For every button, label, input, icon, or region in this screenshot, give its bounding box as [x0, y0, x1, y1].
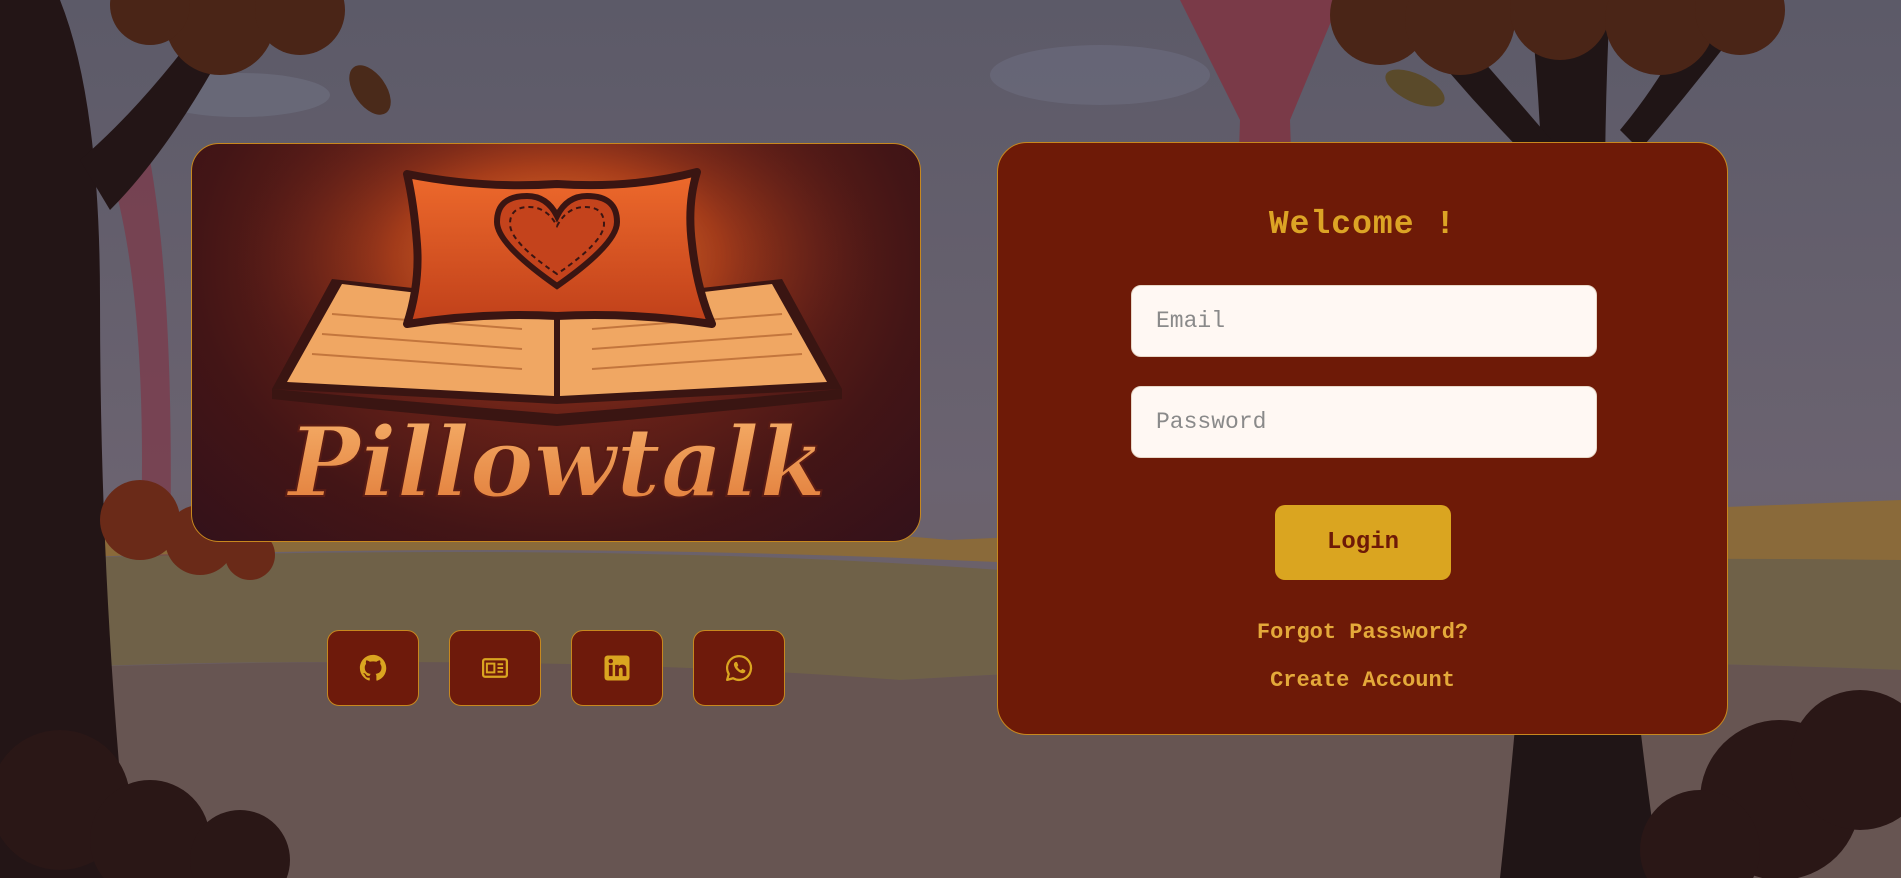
- login-card: Welcome ! Login Forgot Password? Create …: [997, 142, 1728, 735]
- password-field[interactable]: [1131, 386, 1597, 458]
- welcome-heading: Welcome !: [1268, 206, 1457, 243]
- whatsapp-button[interactable]: [693, 630, 785, 706]
- linkedin-button[interactable]: [571, 630, 663, 706]
- svg-text:Pillowtalk: Pillowtalk: [285, 406, 826, 519]
- github-icon: [359, 654, 387, 681]
- portfolio-icon: [482, 658, 508, 678]
- brand-logo-card: Pillowtalk: [191, 143, 921, 542]
- portfolio-button[interactable]: [449, 630, 541, 706]
- create-account-link[interactable]: Create Account: [998, 668, 1727, 693]
- whatsapp-icon: [726, 654, 753, 681]
- linkedin-icon: [604, 655, 630, 681]
- email-field[interactable]: [1131, 285, 1597, 357]
- forgot-password-link[interactable]: Forgot Password?: [998, 620, 1727, 645]
- login-button[interactable]: Login: [1275, 505, 1451, 580]
- github-button[interactable]: [327, 630, 419, 706]
- pillowtalk-logo: Pillowtalk: [192, 144, 920, 541]
